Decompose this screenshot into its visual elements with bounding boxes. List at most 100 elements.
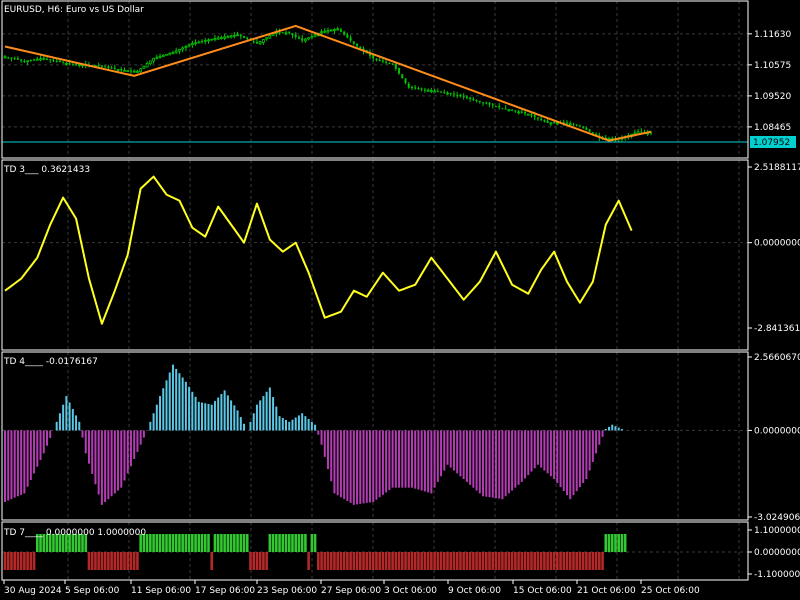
candle-body-bull <box>77 64 81 67</box>
candle-body-bear <box>385 61 388 63</box>
candle-body-bear <box>588 129 591 132</box>
candle-body-bear <box>359 46 362 49</box>
candle-body-bear <box>394 64 397 69</box>
candle-body-bull <box>42 57 46 60</box>
candle-body-bull <box>568 123 572 126</box>
candle-body-bull <box>303 38 307 42</box>
candle-body-bear <box>281 32 284 34</box>
candle-body-bear <box>356 43 359 46</box>
indicator-tick-label: -1.1000000 <box>754 570 800 580</box>
candle-body-bull <box>158 55 162 58</box>
candle-body-bull <box>310 35 314 38</box>
trading-chart[interactable]: 1.11630 1.10575 1.09520 1.08465 1.07952 2.518… <box>0 0 800 600</box>
candle-body-bull <box>123 69 126 72</box>
candle-body-bull <box>229 35 233 38</box>
candle-body-bear <box>297 37 300 39</box>
candle-body-bull <box>258 41 262 45</box>
price-tick-label: 1.09520 <box>754 92 791 102</box>
candle-body-bull <box>181 47 185 50</box>
candle-body-bear <box>514 110 517 112</box>
candle-body-bear <box>417 88 420 90</box>
candle-body-bull <box>155 56 159 59</box>
candle-body-bull <box>268 35 272 39</box>
candle-body-bear <box>113 67 116 69</box>
candle-body-bull <box>517 111 520 114</box>
price-tick-label: 1.11630 <box>754 30 791 40</box>
candle-body-bull <box>136 71 139 73</box>
candle-body-bull <box>3 56 7 59</box>
candle-body-bear <box>55 60 58 62</box>
candle-body-bull <box>165 53 168 56</box>
candle-body-bear <box>58 60 61 62</box>
candle-body-bear <box>288 32 291 34</box>
candle-body-bull <box>223 36 227 39</box>
candle-body-bear <box>640 131 643 133</box>
candle-body-bull <box>145 63 149 68</box>
candle-body-bull <box>207 39 210 42</box>
candle-body-bull <box>633 132 637 135</box>
candle-body-bull <box>549 122 553 125</box>
candle-body-bear <box>456 95 459 97</box>
candle-body-bear <box>294 34 297 37</box>
candle-body-bear <box>243 36 246 38</box>
td4-title: TD 4____ -0.0176167 <box>3 357 98 367</box>
candle-body-bear <box>391 63 394 65</box>
time-tick-label: 21 Oct 06:00 <box>577 586 636 596</box>
candle-body-bear <box>443 92 446 94</box>
candle-body-bull <box>197 41 201 44</box>
candle-body-bear <box>129 70 132 72</box>
candle-body-bull <box>213 38 217 40</box>
candle-body-bear <box>553 122 556 124</box>
indicator-tick-label: 0.0000000 <box>754 426 800 436</box>
indicator-tick-label: -3.0249066 <box>754 513 800 523</box>
candle-body-bear <box>410 87 413 89</box>
candle-body-bear <box>543 120 546 122</box>
candle-body-bull <box>320 31 323 34</box>
candle-body-bull <box>39 58 42 61</box>
candle-body-bull <box>323 30 327 33</box>
time-tick-label: 17 Sep 06:00 <box>195 586 255 596</box>
candle-body-bear <box>381 60 384 62</box>
candle-body-bear <box>420 88 423 90</box>
candle-body-bear <box>465 96 468 99</box>
candle-body-bull <box>210 38 214 41</box>
candle-body-bull <box>194 42 197 45</box>
indicator-tick-label: 2.5660670 <box>754 353 800 363</box>
candle-body-bull <box>507 109 511 112</box>
time-tick-label: 5 Sep 06:00 <box>65 586 120 596</box>
candle-body-bear <box>255 41 258 44</box>
candle-body-bull <box>171 51 175 54</box>
candle-body-bull <box>35 58 39 61</box>
candle-body-bull <box>429 90 433 92</box>
candle-body-bull <box>161 54 165 58</box>
td7-title: TD 7____ 0.0000000 1.0000000 <box>3 528 146 538</box>
candle-body-bull <box>168 52 172 56</box>
candle-body-bear <box>585 127 588 130</box>
candle-body-bull <box>526 113 530 116</box>
candle-body-bull <box>26 60 30 63</box>
candle-body-bull <box>184 46 188 49</box>
indicator-tick-label: 0.0000000 <box>754 548 800 558</box>
candle-body-bear <box>349 37 352 41</box>
candle-body-bear <box>352 41 355 44</box>
time-tick-label: 30 Aug 2024 <box>4 586 62 596</box>
candle-body-bear <box>75 63 78 65</box>
candle-body-bear <box>10 57 13 59</box>
candle-body-bear <box>501 108 504 110</box>
candle-body-bull <box>284 32 288 35</box>
candle-body-bear <box>546 120 549 123</box>
candle-body-bull <box>426 89 430 92</box>
candle-body-bear <box>572 124 575 126</box>
candle-body-bear <box>291 33 294 36</box>
candle-body-bear <box>29 59 32 61</box>
candle-body-bull <box>326 30 330 33</box>
candle-body-bull <box>142 65 146 69</box>
candle-body-bear <box>533 115 536 118</box>
candle-body-bear <box>582 126 585 128</box>
candle-body-bear <box>423 89 426 91</box>
candle-body-bear <box>494 106 497 108</box>
candle-body-bear <box>504 108 507 110</box>
candle-body-bear <box>511 109 514 111</box>
candle-body-bear <box>436 91 439 93</box>
candle-body-bear <box>71 64 74 66</box>
